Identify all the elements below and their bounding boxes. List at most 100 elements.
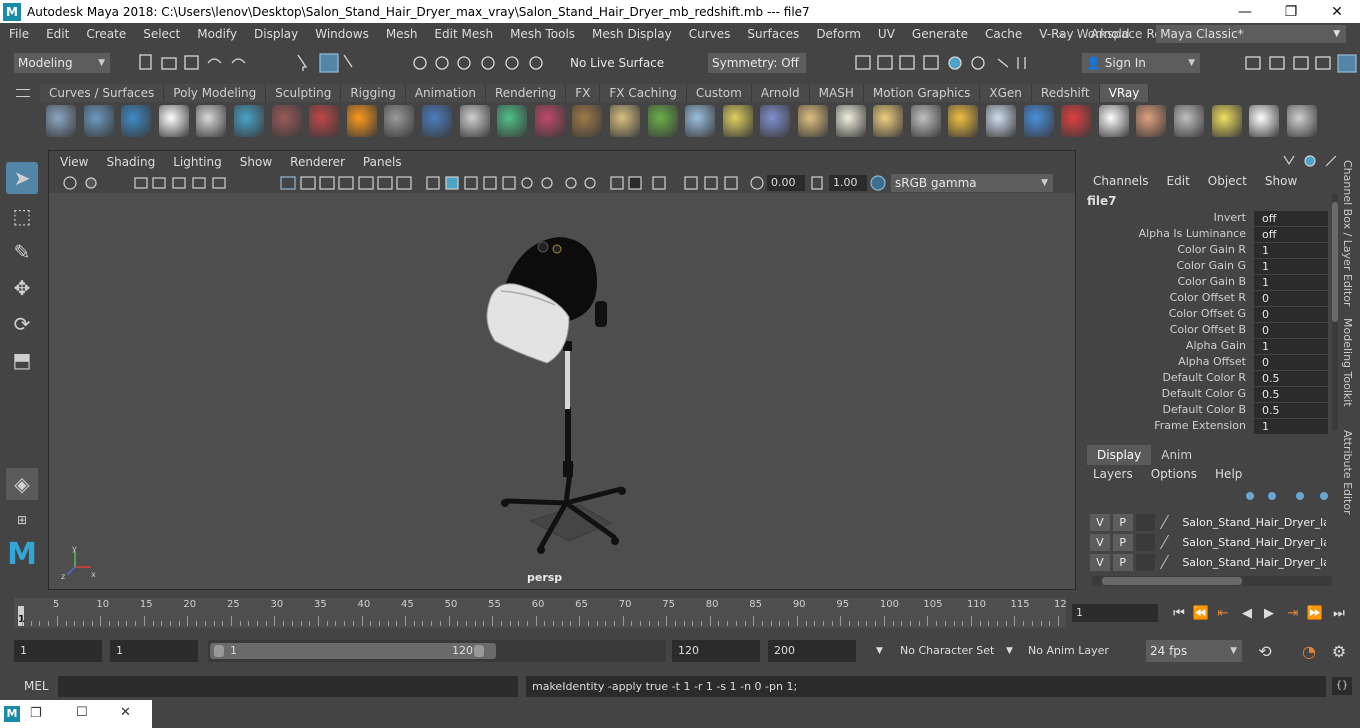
layer-horizontal-scrollbar[interactable]: [1092, 576, 1332, 586]
menu-uv[interactable]: UV: [869, 23, 903, 45]
vray-half-dome-icon[interactable]: [798, 105, 828, 137]
attribute-name[interactable]: Default Color B: [1163, 402, 1246, 418]
current-frame-field[interactable]: 1: [1072, 604, 1158, 622]
live-surface-field[interactable]: No Live Surface: [566, 53, 686, 73]
shelf-tab-rigging[interactable]: Rigging: [341, 84, 406, 102]
menu-edit[interactable]: Edit: [37, 23, 77, 45]
chevron-down-icon[interactable]: ▼: [876, 640, 883, 662]
range-bar[interactable]: 1 120: [208, 640, 666, 662]
step-forward-frame-icon[interactable]: ⏩: [1306, 604, 1324, 622]
menu-mesh-tools[interactable]: Mesh Tools: [501, 23, 583, 45]
viewport-menu-renderer[interactable]: Renderer: [281, 155, 354, 169]
sign-in-dropdown[interactable]: 👤 Sign In ▼: [1082, 53, 1200, 73]
menu-generate[interactable]: Generate: [903, 23, 976, 45]
four-view-layout-icon[interactable]: ⊞: [6, 504, 38, 536]
attribute-name[interactable]: Color Offset R: [1170, 290, 1246, 306]
vray-cloud-icon[interactable]: [1249, 105, 1280, 137]
scale-tool-icon[interactable]: ⬒: [6, 344, 38, 376]
vray-image-icon[interactable]: [1136, 105, 1167, 137]
step-back-key-icon[interactable]: ⇤: [1214, 604, 1232, 622]
attribute-name[interactable]: Alpha Offset: [1178, 354, 1246, 370]
maximize-icon[interactable]: ☐: [76, 705, 88, 720]
shelf-tab-vray[interactable]: VRay: [1099, 84, 1150, 102]
layer-menu-help[interactable]: Help: [1206, 467, 1251, 485]
menu-deform[interactable]: Deform: [807, 23, 869, 45]
anim-layer-label[interactable]: No Anim Layer: [1028, 640, 1109, 662]
vray-cone-icon[interactable]: [459, 105, 490, 137]
maximize-button[interactable]: ❐: [1268, 0, 1314, 23]
time-ruler[interactable]: 1 5 10 15 20 25 30 35 40 45 50 55 60 65 70 75 80 85 90 95 1…: [14, 598, 1067, 628]
vray-mesh-light-icon[interactable]: [384, 105, 415, 137]
menu-surfaces[interactable]: Surfaces: [738, 23, 807, 45]
layer-color-icon[interactable]: [1160, 555, 1183, 569]
menu-windows[interactable]: Windows: [306, 23, 377, 45]
shelf-tab-animation[interactable]: Animation: [405, 84, 486, 102]
shelf-tab-redshift[interactable]: Redshift: [1031, 84, 1100, 102]
vray-light-ball-icon[interactable]: [873, 105, 904, 137]
viewport-scene[interactable]: x y z persp: [49, 193, 1075, 589]
attribute-value-field[interactable]: 0.5: [1254, 403, 1328, 418]
vray-help-icon[interactable]: [1286, 105, 1317, 137]
layer-tab-anim[interactable]: Anim: [1151, 445, 1202, 465]
attribute-name[interactable]: Default Color G: [1162, 386, 1246, 402]
close-button[interactable]: ✕: [1314, 0, 1360, 23]
layer-display-type-toggle[interactable]: [1135, 553, 1156, 571]
play-forwards-icon[interactable]: ▶: [1260, 604, 1278, 622]
viewport-menu-view[interactable]: View: [51, 155, 97, 169]
layer-name[interactable]: Salon_Stand_Hair_Dryer_layer: [1182, 516, 1326, 529]
menu-edit-mesh[interactable]: Edit Mesh: [425, 23, 501, 45]
attribute-name[interactable]: Color Gain B: [1177, 274, 1246, 290]
vray-logo-icon[interactable]: [158, 105, 189, 137]
workspace-dropdown[interactable]: Maya Classic* ▼: [1156, 25, 1347, 43]
channel-scrollbar[interactable]: [1332, 194, 1338, 430]
menu-modify[interactable]: Modify: [188, 23, 245, 45]
layer-row[interactable]: VP Salon_Stand_Hair_Dryer_layer: [1090, 553, 1326, 571]
attribute-value-field[interactable]: 0.5: [1254, 371, 1328, 386]
attribute-value-field[interactable]: 1: [1254, 339, 1328, 354]
single-view-layout-icon[interactable]: ◈: [6, 468, 38, 500]
vray-light-dome-icon[interactable]: [234, 105, 264, 137]
vray-flag-icon[interactable]: [1061, 105, 1092, 137]
move-tool-icon[interactable]: ✥: [6, 272, 38, 304]
shelf-tab-rendering[interactable]: Rendering: [486, 84, 567, 102]
step-forward-key-icon[interactable]: ⇥: [1284, 604, 1302, 622]
vray-curves-icon[interactable]: [722, 105, 753, 137]
gamma-field[interactable]: 1.00: [829, 175, 867, 191]
shelf-menu-icon[interactable]: [16, 87, 30, 99]
attribute-name[interactable]: Default Color R: [1162, 370, 1246, 386]
layer-visibility-toggle[interactable]: V: [1090, 553, 1110, 571]
vray-texture-icon[interactable]: [572, 105, 603, 137]
rotate-tool-icon[interactable]: ⟳: [6, 308, 38, 340]
vray-material-icon[interactable]: [309, 105, 340, 137]
go-to-end-icon[interactable]: ⏭: [1330, 604, 1348, 622]
vray-ipr-icon[interactable]: [121, 105, 152, 137]
animation-preferences-icon[interactable]: ⚙: [1330, 642, 1348, 661]
channel-menu-show[interactable]: Show: [1256, 174, 1306, 192]
vray-proxy-icon[interactable]: [534, 105, 565, 137]
modeling-toolkit-tab[interactable]: Modeling Toolkit: [1341, 318, 1354, 407]
viewport-menu-shading[interactable]: Shading: [97, 155, 164, 169]
shelf-tab-fx-caching[interactable]: FX Caching: [600, 84, 687, 102]
channel-menu-channels[interactable]: Channels: [1084, 174, 1158, 192]
symmetry-dropdown[interactable]: Symmetry: Off: [708, 53, 806, 73]
layer-color-icon[interactable]: [1160, 515, 1183, 529]
step-back-frame-icon[interactable]: ⏪: [1192, 604, 1210, 622]
vray-table-icon[interactable]: [1174, 105, 1204, 137]
script-editor-icon[interactable]: {}: [1332, 677, 1352, 695]
menu-select[interactable]: Select: [134, 23, 188, 45]
attribute-editor-tab[interactable]: Attribute Editor: [1341, 430, 1354, 515]
layer-name[interactable]: Salon_Stand_Hair_Dryer_layer: [1182, 536, 1326, 549]
vray-lightbulb-icon[interactable]: [1211, 105, 1242, 137]
attribute-value-field[interactable]: 1: [1254, 275, 1328, 290]
viewport-menu-lighting[interactable]: Lighting: [164, 155, 231, 169]
layer-playback-toggle[interactable]: P: [1112, 553, 1133, 571]
chevron-down-icon[interactable]: ▼: [1006, 640, 1013, 662]
vray-plane-icon[interactable]: [986, 105, 1016, 137]
character-set-label[interactable]: No Character Set: [900, 640, 994, 662]
menu-display[interactable]: Display: [245, 23, 306, 45]
layer-visibility-toggle[interactable]: V: [1090, 513, 1110, 531]
vray-fur-icon[interactable]: [685, 105, 716, 137]
layer-visibility-toggle[interactable]: V: [1090, 533, 1110, 551]
channel-menu-object[interactable]: Object: [1199, 174, 1256, 192]
loop-icon[interactable]: ⟲: [1256, 642, 1274, 661]
